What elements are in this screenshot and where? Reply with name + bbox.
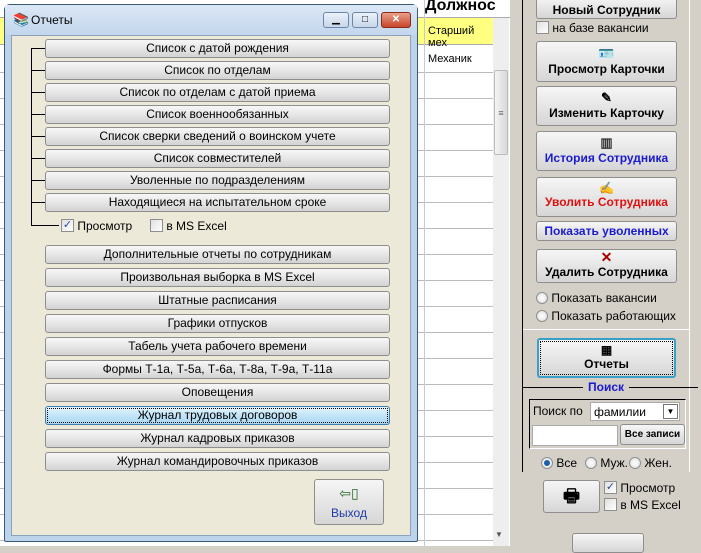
report-button[interactable]: Формы Т-1а, Т-5а, Т-6а, Т-8а, Т-9а, Т-11… [45,360,390,379]
report-button[interactable]: Находящиеся на испытательном сроке [45,193,390,212]
tree-line [31,70,45,71]
chevron-down-icon[interactable]: ▼ [663,404,678,419]
radio-label: Показать работающих [551,308,676,323]
report-button[interactable]: Штатные расписания [45,291,390,310]
radio-label: Показать вакансии [551,290,657,305]
vacancy-based-checkbox[interactable]: на базе вакансии [536,20,649,35]
tree-line [31,136,45,137]
table-icon: ▦ [600,343,613,357]
checkbox-label: Просмотр [620,480,676,495]
button-label: Изменить Карточку [549,106,664,120]
tree-line [31,92,45,93]
checkbox-label: на базе вакансии [552,20,649,35]
search-input[interactable] [532,425,618,446]
minimize-button[interactable]: ▁ [323,12,349,28]
report-button[interactable]: Список сверки сведений о воинском учете [45,127,390,146]
button-label: Удалить Сотрудника [545,265,668,279]
dialog-body: Список с датой рождения Список по отделам… [11,35,411,536]
search-by-select[interactable]: фамилии ▼ [590,402,680,421]
preview-checkbox[interactable]: ✓ Просмотр [61,218,132,233]
panel-border [522,0,523,472]
report-button[interactable]: Список с датой рождения [45,39,390,58]
column-header-position: Должнос [425,0,496,14]
report-button[interactable]: Журнал командировочных приказов [45,452,390,471]
new-employee-button[interactable]: Новый Сотрудник [536,0,677,19]
button-label: Отчеты [584,357,629,371]
exit-button[interactable]: ⇦▯ Выход [314,479,384,525]
table-cell[interactable]: Механик [428,53,472,65]
report-button[interactable]: Список военнообязанных [45,105,390,124]
radio-label: Все [556,455,578,470]
card-icon: 🪪 [598,46,615,61]
report-button[interactable]: Уволенные по подразделениям [45,171,390,190]
show-dismissed-button[interactable]: Показать уволенных [536,221,677,241]
report-button[interactable]: Графики отпусков [45,314,390,333]
checkbox-label: в MS Excel [620,497,681,512]
view-card-button[interactable]: 🪪 Просмотр Карточки [536,41,677,82]
table-cell: Старший мех [428,25,475,49]
button-label: История Сотрудника [544,151,669,165]
panel-border [689,0,690,472]
report-button[interactable]: Журнал кадровых приказов [45,429,390,448]
delete-x-icon: ✕ [600,249,613,265]
document-pen-icon: ✍ [599,181,614,195]
report-button[interactable]: Журнал трудовых договоров [45,406,390,425]
panel-preview-checkbox[interactable]: ✓ Просмотр [604,480,675,495]
report-button[interactable]: Список по отделам [45,61,390,80]
delete-employee-button[interactable]: ✕ Удалить Сотрудника [536,249,677,283]
checkbox-label: в MS Excel [166,218,227,233]
report-button[interactable]: Оповещения [45,383,390,402]
reports-dialog: 📚 Отчеты ▁ □ ✕ Список с датой рождения Сп… [4,4,418,542]
printer-icon: 🖶 [563,486,580,506]
print-button[interactable]: 🖶 [543,480,600,513]
checkbox-label: Просмотр [77,218,133,233]
close-button[interactable]: ✕ [381,12,411,28]
excel-checkbox[interactable]: в MS Excel [150,218,227,233]
gender-female-radio[interactable]: Жен. [629,455,672,470]
exit-door-icon: ⇦▯ [339,485,359,501]
tree-line [31,48,45,49]
gender-male-radio[interactable]: Муж. [585,455,628,470]
report-button[interactable]: Дополнительные отчеты по сотрудникам [45,245,390,264]
edit-icon: ✎ [601,90,612,105]
button-label: Просмотр Карточки [548,62,665,76]
scrollbar-thumb[interactable]: ≡ [494,70,508,155]
tree-line [31,158,45,159]
radio-label: Муж. [600,455,628,470]
show-vacancies-radio[interactable]: Показать вакансии [536,290,657,305]
maximize-button[interactable]: □ [352,12,378,28]
book-icon: ▥ [600,135,613,150]
button-label: Уволить Сотрудника [545,195,668,209]
report-button[interactable]: Произвольная выборка в MS Excel [45,268,390,287]
edit-card-button[interactable]: ✎ Изменить Карточку [536,86,677,126]
button-label: Выход [331,506,367,520]
search-group-title: Поиск [583,380,630,394]
report-button[interactable]: Список по отделам с датой приема [45,83,390,102]
divider [523,329,689,330]
employee-history-button[interactable]: ▥ История Сотрудника [536,131,677,171]
bottom-button[interactable] [572,533,644,553]
all-records-button[interactable]: Все записи [620,424,685,445]
select-value: фамилии [594,405,646,419]
dialog-titlebar[interactable]: 📚 Отчеты ▁ □ ✕ [5,5,417,35]
report-button[interactable]: Список совместителей [45,149,390,168]
tree-line [31,202,45,203]
gender-all-radio[interactable]: Все [541,455,577,470]
dialog-title: Отчеты [31,13,73,27]
search-by-label: Поиск по [533,404,583,418]
tree-line [31,114,45,115]
tree-line [31,225,59,226]
books-icon: 📚 [13,12,30,27]
report-button[interactable]: Табель учета рабочего времени [45,337,390,356]
scroll-down-arrow-icon[interactable]: ▼ [495,530,503,539]
dismiss-employee-button[interactable]: ✍ Уволить Сотрудника [536,177,677,217]
panel-excel-checkbox[interactable]: в MS Excel [604,497,681,512]
show-working-radio[interactable]: Показать работающих [536,308,676,323]
reports-button[interactable]: ▦ Отчеты [537,338,676,378]
tree-line [31,180,45,181]
radio-label: Жен. [644,455,672,470]
column-divider [424,0,425,546]
